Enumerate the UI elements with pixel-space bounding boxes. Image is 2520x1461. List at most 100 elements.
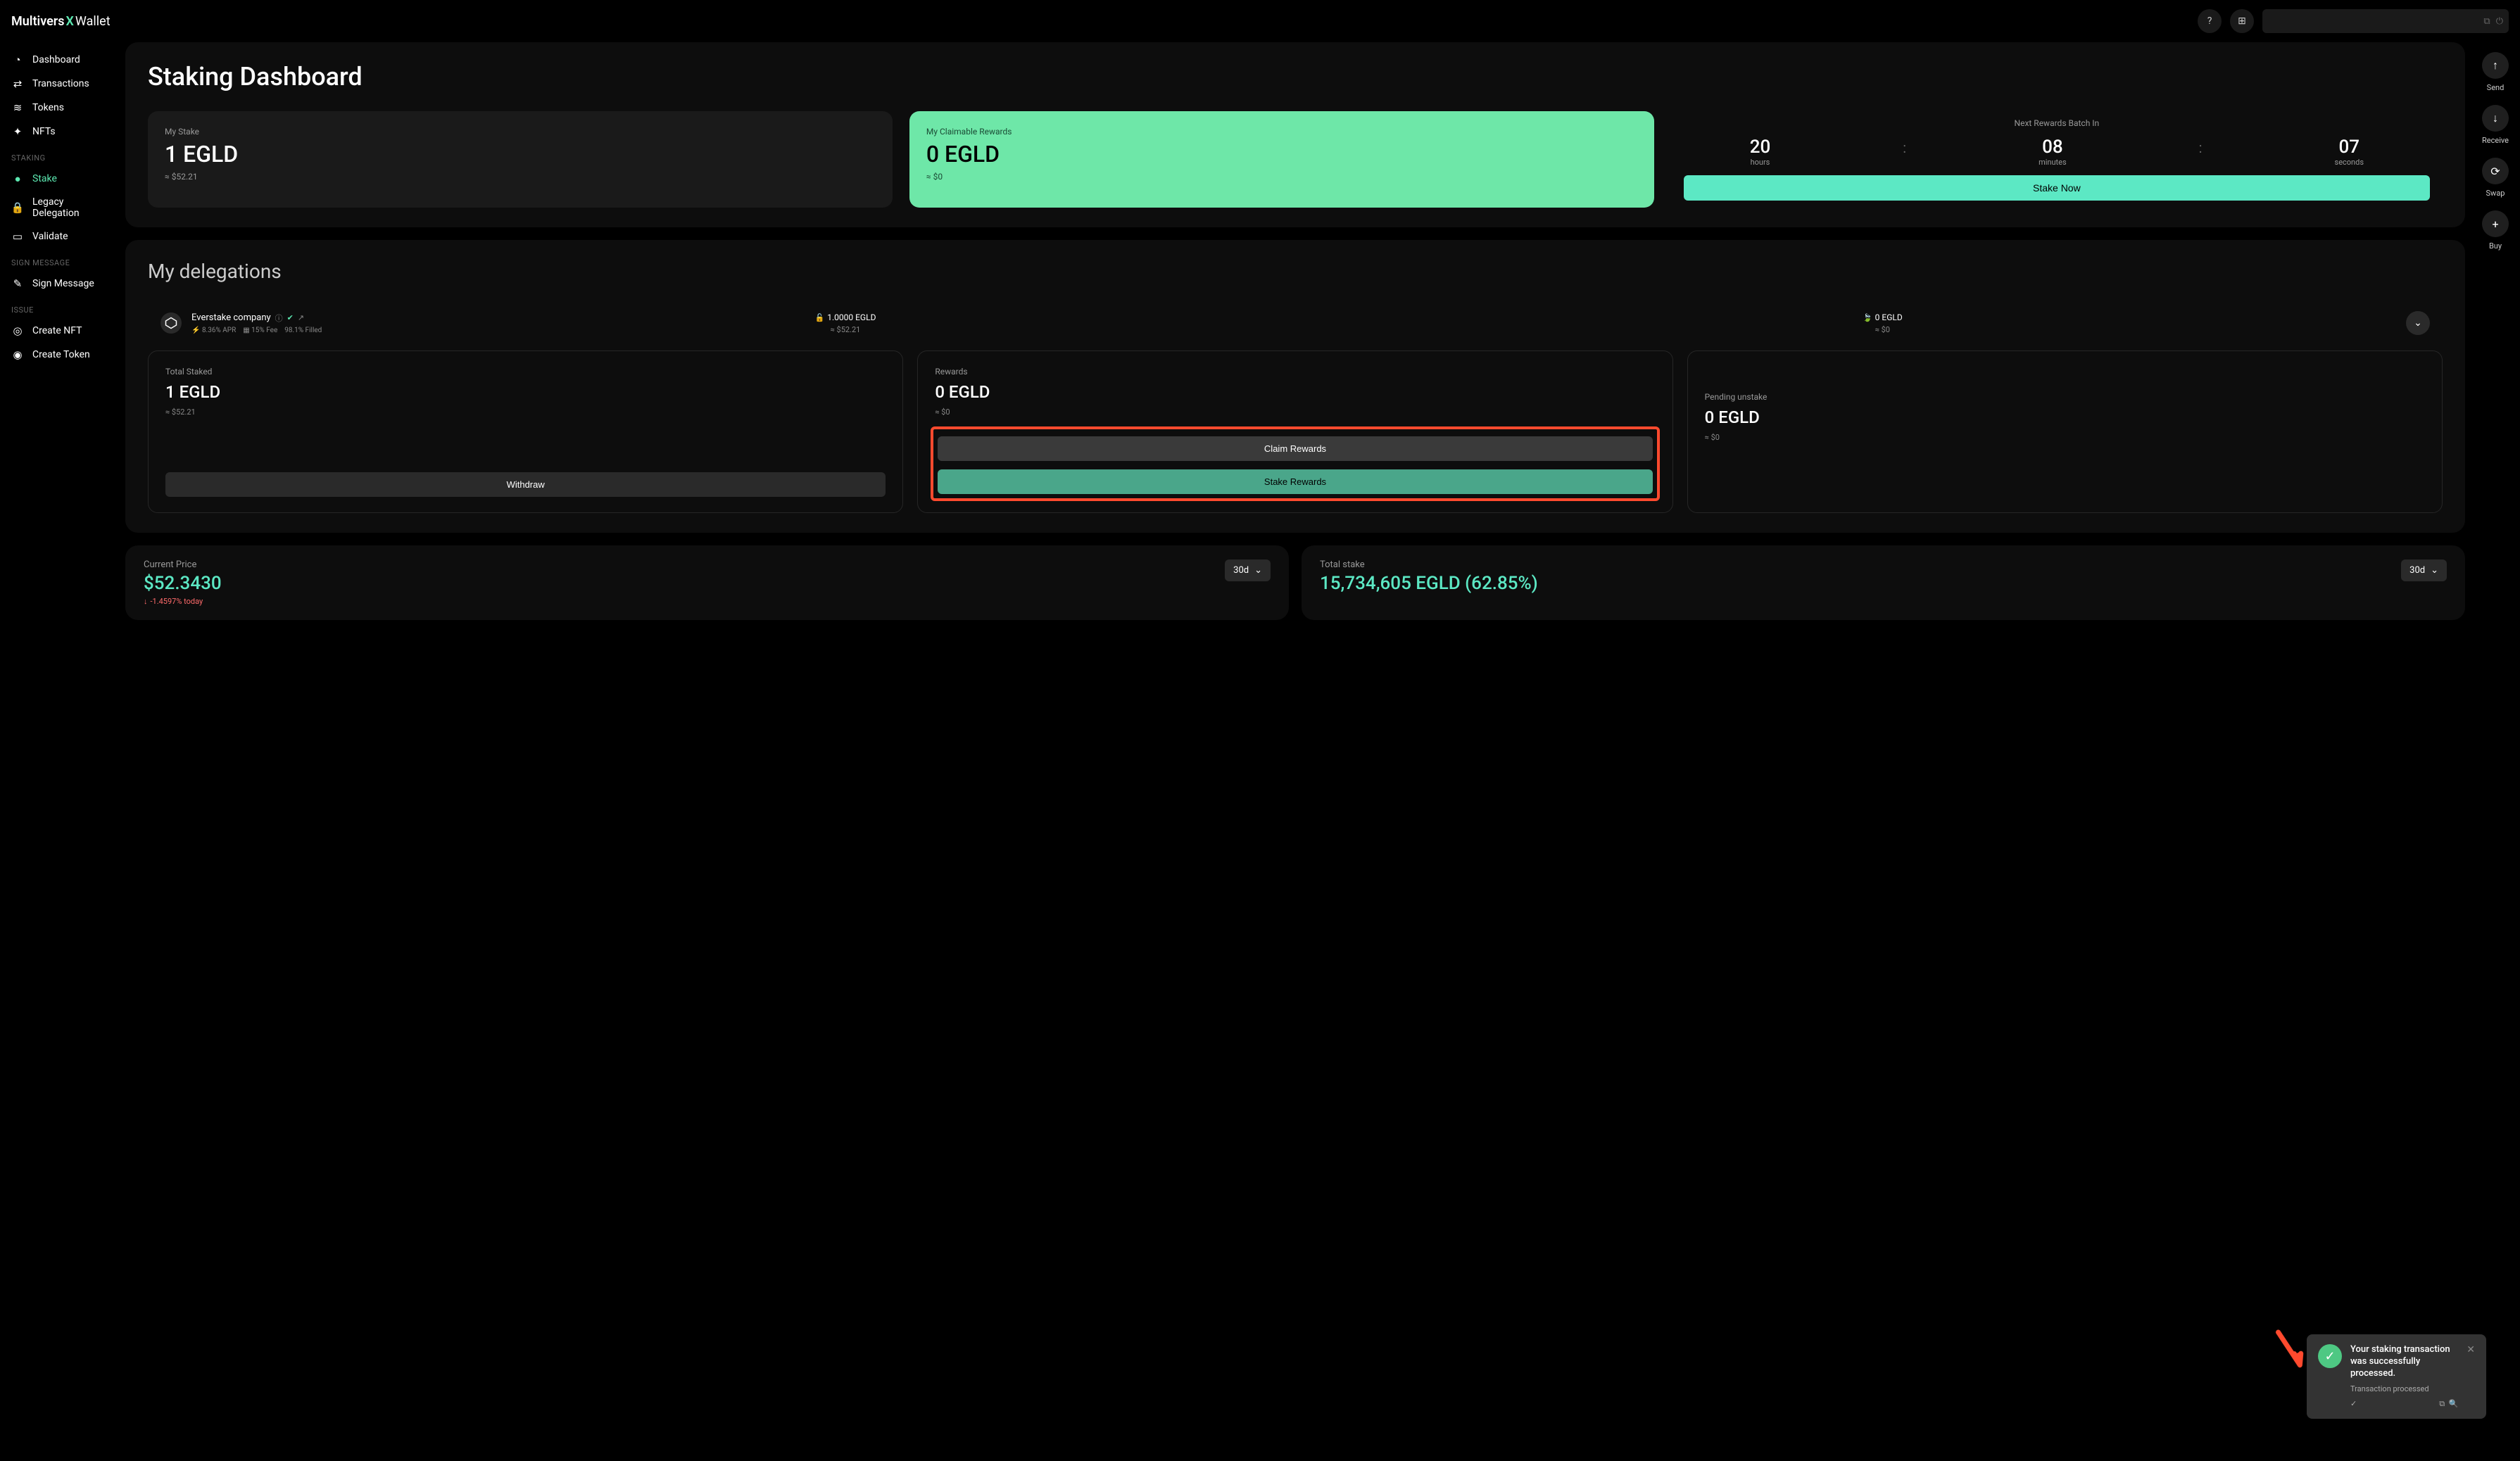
price-value: $52.3430	[144, 573, 222, 594]
pending-unstake-card: Pending unstake 0 EGLD ≈ $0	[1687, 350, 2443, 513]
provider-apr: ⚡ 8.36% APR	[191, 327, 236, 334]
nav-label: NFTs	[32, 126, 56, 137]
apps-button[interactable]: ⊞	[2230, 9, 2254, 33]
nav-section-staking: STAKING	[0, 144, 120, 167]
card-icon: ▭	[11, 230, 24, 243]
swap-icon: ⟳	[2490, 165, 2500, 178]
nav-legacy-delegation[interactable]: 🔒Legacy Delegation	[0, 191, 120, 224]
next-rewards-card: Next Rewards Batch In 20hours : 08minute…	[1671, 111, 2443, 208]
card-value: 1 EGLD	[165, 141, 876, 167]
timer-hours: 20	[1750, 137, 1771, 158]
total-staked-card: Total Staked 1 EGLD ≈ $52.21 Withdraw	[148, 350, 903, 513]
close-button[interactable]: ✕	[2467, 1344, 2475, 1355]
nav-create-nft[interactable]: ◎ Create NFT	[0, 319, 120, 343]
current-price-panel: Current Price $52.3430 ↓-1.4597% today 3…	[125, 545, 1289, 620]
stake-rewards-button[interactable]: Stake Rewards	[938, 469, 1652, 494]
right-action-bar: ↑Send ↓Receive ⟳Swap +Buy	[2471, 42, 2520, 1461]
search-icon[interactable]: 🔍	[2449, 1399, 2459, 1408]
nav-dashboard[interactable]: ◔Dashboard	[0, 48, 120, 72]
help-button[interactable]: ?	[2198, 9, 2222, 33]
circle-icon: ◎	[11, 324, 24, 337]
card-label: Total Staked	[165, 367, 886, 377]
card-label: Rewards	[935, 367, 1655, 377]
period-select[interactable]: 30d⌄	[1225, 559, 1271, 581]
arrows-icon: ⇄	[11, 77, 24, 90]
nav-stake[interactable]: ● Stake	[0, 167, 120, 191]
card-sub: ≈ $0	[1705, 433, 2425, 442]
delegation-staked-sub: ≈ $52.21	[831, 325, 861, 334]
apps-icon: ⊞	[2238, 15, 2246, 27]
total-stake-panel: Total stake 15,734,605 EGLD (62.85%) 30d…	[1302, 545, 2465, 620]
nav-section-sign: SIGN MESSAGE	[0, 248, 120, 272]
toast-subtitle: Transaction processed	[2350, 1384, 2458, 1393]
swap-button[interactable]: ⟳Swap	[2482, 158, 2509, 198]
nav-label: Legacy Delegation	[32, 196, 108, 219]
stake-label: Total stake	[1320, 559, 1538, 570]
external-link-icon[interactable]: ↗	[298, 313, 304, 322]
sparkle-icon: ✦	[11, 125, 24, 138]
card-sub: ≈ $0	[926, 172, 1637, 182]
card-label: My Stake	[165, 127, 876, 137]
price-label: Current Price	[144, 559, 222, 570]
collapse-button[interactable]: ⌄	[2406, 311, 2430, 335]
copy-icon[interactable]: ⧉	[2439, 1399, 2445, 1408]
timer-seconds: 07	[2335, 137, 2364, 158]
provider-logo	[160, 312, 182, 334]
brand-part2: Wallet	[75, 14, 111, 29]
power-icon[interactable]: ⏻	[2496, 16, 2503, 27]
rewards-card: Rewards 0 EGLD ≈ $0 Claim Rewards Stake …	[917, 350, 1672, 513]
copy-icon[interactable]: ⧉	[2483, 16, 2490, 27]
card-value: 0 EGLD	[926, 141, 1637, 167]
buy-button[interactable]: +Buy	[2482, 210, 2509, 251]
provider-fee: ▦ 15% Fee	[243, 327, 277, 334]
receive-button[interactable]: ↓Receive	[2482, 105, 2509, 145]
delegations-title: My delegations	[148, 260, 2443, 283]
question-icon: ?	[2207, 15, 2212, 27]
brand-logo[interactable]: MultiversXWallet	[11, 14, 111, 29]
stake-value: 15,734,605 EGLD (62.85%)	[1320, 573, 1538, 594]
claim-rewards-button[interactable]: Claim Rewards	[938, 436, 1652, 461]
card-value: 1 EGLD	[165, 382, 886, 402]
withdraw-button[interactable]: Withdraw	[165, 472, 886, 497]
nav-create-token[interactable]: ◉Create Token	[0, 343, 120, 367]
lock-open-icon: 🔓	[815, 313, 825, 322]
card-value: 0 EGLD	[935, 382, 1655, 402]
nav-section-issue: ISSUE	[0, 296, 120, 319]
pen-icon: ✎	[11, 277, 24, 290]
card-sub: ≈ $0	[935, 407, 1655, 417]
arrow-up-icon: ↑	[2493, 58, 2498, 72]
colon-icon: :	[2199, 137, 2203, 156]
chevron-down-icon: ⌄	[1254, 565, 1262, 576]
card-label: Pending unstake	[1705, 392, 2425, 402]
down-arrow-icon: ↓	[144, 597, 148, 606]
nav-nfts[interactable]: ✦ NFTs	[0, 120, 120, 144]
timer-seconds-unit: seconds	[2335, 158, 2364, 167]
period-select[interactable]: 30d⌄	[2401, 559, 2447, 581]
nav-label: Stake	[32, 173, 57, 184]
brand-x: X	[66, 14, 74, 29]
dot-icon: ●	[11, 172, 24, 185]
check-icon: ✓	[2350, 1399, 2357, 1409]
coins-icon: ≋	[11, 101, 24, 114]
nav-label: Tokens	[32, 102, 64, 113]
nav-label: Transactions	[32, 78, 89, 89]
timer-minutes: 08	[2039, 137, 2067, 158]
provider-name: Everstake company	[191, 312, 271, 323]
pie-icon: ◔	[11, 53, 24, 66]
delegation-staked-value: 1.0000 EGLD	[827, 312, 876, 322]
search-input[interactable]	[2268, 16, 2478, 27]
provider-filled: 98.1% Filled	[284, 327, 322, 334]
success-toast: ✓ Your staking transaction was successfu…	[2307, 1334, 2486, 1419]
send-button[interactable]: ↑Send	[2482, 52, 2509, 92]
stake-now-button[interactable]: Stake Now	[1684, 175, 2430, 201]
nav-label: Create NFT	[32, 325, 82, 336]
nav-transactions[interactable]: ⇄ Transactions	[0, 72, 120, 96]
check-circle-icon: ✓	[2318, 1344, 2342, 1368]
nav-validate[interactable]: ▭Validate	[0, 224, 120, 248]
nav-tokens[interactable]: ≋ Tokens	[0, 96, 120, 120]
search-bar[interactable]: ⧉ ⏻	[2262, 9, 2509, 33]
leaf-icon: 🍃	[1863, 313, 1872, 322]
card-sub: ≈ $52.21	[165, 172, 876, 182]
nav-sign-message[interactable]: ✎Sign Message	[0, 272, 120, 296]
delegation-earned-value: 0 EGLD	[1875, 312, 1903, 322]
